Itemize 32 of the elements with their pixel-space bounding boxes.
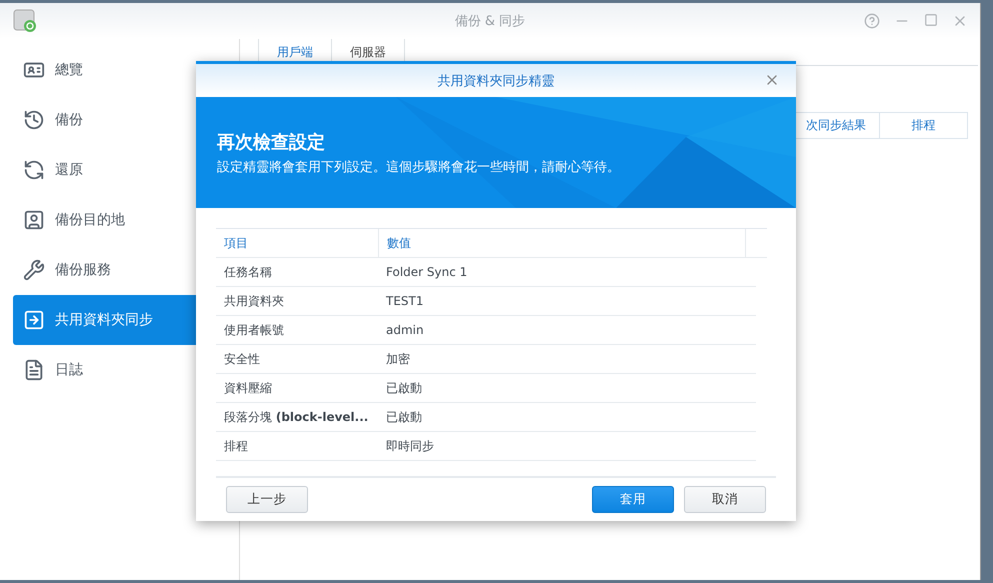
table-cell-text: 安全性 xyxy=(223,350,261,368)
window-title: 備份 & 同步 xyxy=(454,13,526,30)
user-square-icon xyxy=(23,209,45,231)
column-header[interactable]: 次同步結果 xyxy=(802,113,880,138)
table-cell-text: 排程 xyxy=(223,438,249,454)
table-cell-text: 已啟動 xyxy=(385,380,423,396)
banner-description: 設定精靈將會套用下列設定。這個步驟將會花一些時間，請耐心等待。 xyxy=(217,158,621,176)
sidebar-item[interactable]: 總覽 xyxy=(13,45,239,95)
table-cell-text: admin xyxy=(385,322,425,339)
table-cell-text: 段落分塊 (block-level... xyxy=(223,408,370,426)
table-cell-text: TEST1 xyxy=(385,293,424,310)
history-icon xyxy=(23,109,45,131)
table-cell-text: Folder Sync 1 xyxy=(385,264,468,281)
table-cell-text: 加密 xyxy=(385,350,411,368)
back-button[interactable]: 上一步 xyxy=(226,486,308,513)
app-icon xyxy=(12,8,38,34)
table-cell-text: 已啟動 xyxy=(385,408,423,426)
banner-heading: 再次檢查設定 xyxy=(217,130,326,154)
table-cell-text: 即時同步 xyxy=(385,438,435,454)
column-header[interactable]: 排程 xyxy=(880,113,968,138)
dialog-title: 共用資料夾同步精靈 xyxy=(438,72,554,90)
cancel-button[interactable]: 取消 xyxy=(684,486,766,513)
table-cell-text: 任務名稱 xyxy=(223,264,273,280)
help-icon[interactable] xyxy=(864,13,880,29)
wrench-icon xyxy=(23,259,45,281)
document-icon xyxy=(23,359,45,381)
maximize-icon[interactable] xyxy=(924,13,938,27)
arrow-right-icon xyxy=(23,309,45,331)
refresh-icon xyxy=(23,159,45,181)
column-header[interactable]: 數值 xyxy=(378,229,745,257)
column-header[interactable]: 項目 xyxy=(216,229,378,257)
table-cell-text: 資料壓縮 xyxy=(223,380,273,396)
